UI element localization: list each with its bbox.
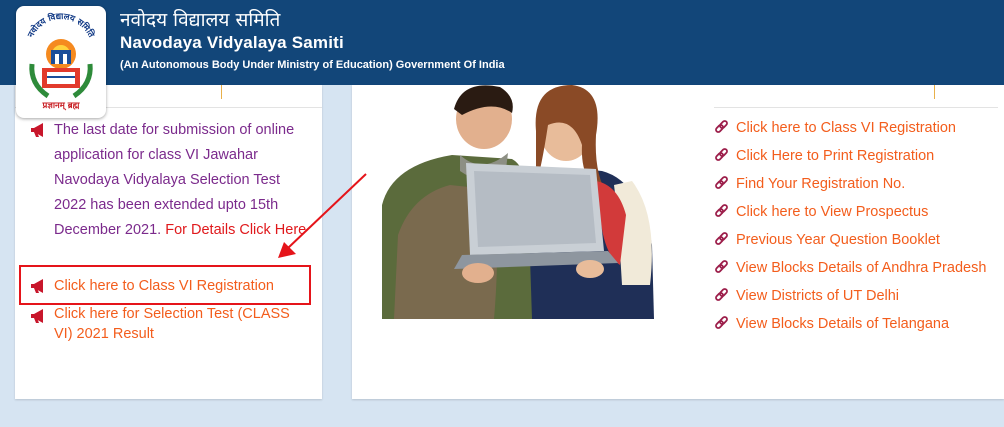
link-print-registration[interactable]: Click Here to Print Registration: [714, 146, 994, 166]
link-view-prospectus[interactable]: Click here to View Prospectus: [714, 202, 994, 222]
link-icon: [714, 120, 729, 135]
megaphone-icon: [30, 308, 48, 324]
panel-top-rule: [714, 107, 998, 108]
highlight-box: [19, 265, 311, 305]
link-question-booklet[interactable]: Previous Year Question Booklet: [714, 230, 994, 250]
link-label[interactable]: Click Here to Print Registration: [736, 148, 934, 164]
link-label[interactable]: Click here to Class VI Registration: [736, 120, 956, 136]
link-label[interactable]: Click here to View Prospectus: [736, 204, 928, 220]
notice-item: The last date for submission of online a…: [30, 118, 310, 243]
students-with-laptop-photo: [382, 85, 658, 319]
megaphone-icon: [30, 122, 48, 138]
divider-tick: [221, 85, 222, 99]
site-subtitle: (An Autonomous Body Under Ministry of Ed…: [120, 59, 505, 71]
annotation-arrow-icon: [278, 173, 367, 258]
link-icon: [714, 232, 729, 247]
link-label[interactable]: Find Your Registration No.: [736, 176, 905, 192]
link-icon: [714, 148, 729, 163]
link-delhi-districts[interactable]: View Districts of UT Delhi: [714, 286, 994, 306]
notice-text: The last date for submission of online a…: [54, 122, 295, 238]
link-icon: [714, 176, 729, 191]
nvs-logo[interactable]: नवोदय विद्यालय समिति प्रज्ञानम् ब्रह्म: [16, 6, 106, 118]
notice-item[interactable]: Click here for Selection Test (CLASS VI)…: [30, 304, 310, 344]
result-link[interactable]: Click here for Selection Test (CLASS VI)…: [54, 304, 310, 344]
link-class-vi-registration[interactable]: Click here to Class VI Registration: [714, 118, 994, 138]
link-label[interactable]: Previous Year Question Booklet: [736, 232, 940, 248]
link-icon: [714, 288, 729, 303]
nvs-emblem-icon: नवोदय विद्यालय समिति प्रज्ञानम् ब्रह्म: [26, 11, 98, 111]
link-label[interactable]: View Blocks Details of Telangana: [736, 316, 949, 332]
divider-tick: [934, 85, 935, 99]
site-title-hindi: नवोदय विद्यालय समिति: [120, 9, 281, 31]
link-telangana-blocks[interactable]: View Blocks Details of Telangana: [714, 314, 994, 334]
logo-text-top: नवोदय विद्यालय समिति: [26, 11, 98, 40]
site-header: नवोदय विद्यालय समिति Navodaya Vidyalaya …: [0, 0, 1004, 85]
link-icon: [714, 204, 729, 219]
link-icon: [714, 260, 729, 275]
link-label[interactable]: View Blocks Details of Andhra Pradesh: [736, 260, 986, 276]
site-title-english: Navodaya Vidyalaya Samiti: [120, 33, 344, 52]
link-find-registration-no[interactable]: Find Your Registration No.: [714, 174, 994, 194]
link-andhra-pradesh-blocks[interactable]: View Blocks Details of Andhra Pradesh: [714, 258, 994, 278]
logo-text-bottom: प्रज्ञानम् ब्रह्म: [42, 101, 81, 111]
svg-text:नवोदय विद्यालय समिति: नवोदय विद्यालय समिति: [26, 11, 98, 40]
link-icon: [714, 316, 729, 331]
quick-links-list: Click here to Class VI Registration Clic…: [714, 118, 994, 342]
link-label[interactable]: View Districts of UT Delhi: [736, 288, 899, 304]
